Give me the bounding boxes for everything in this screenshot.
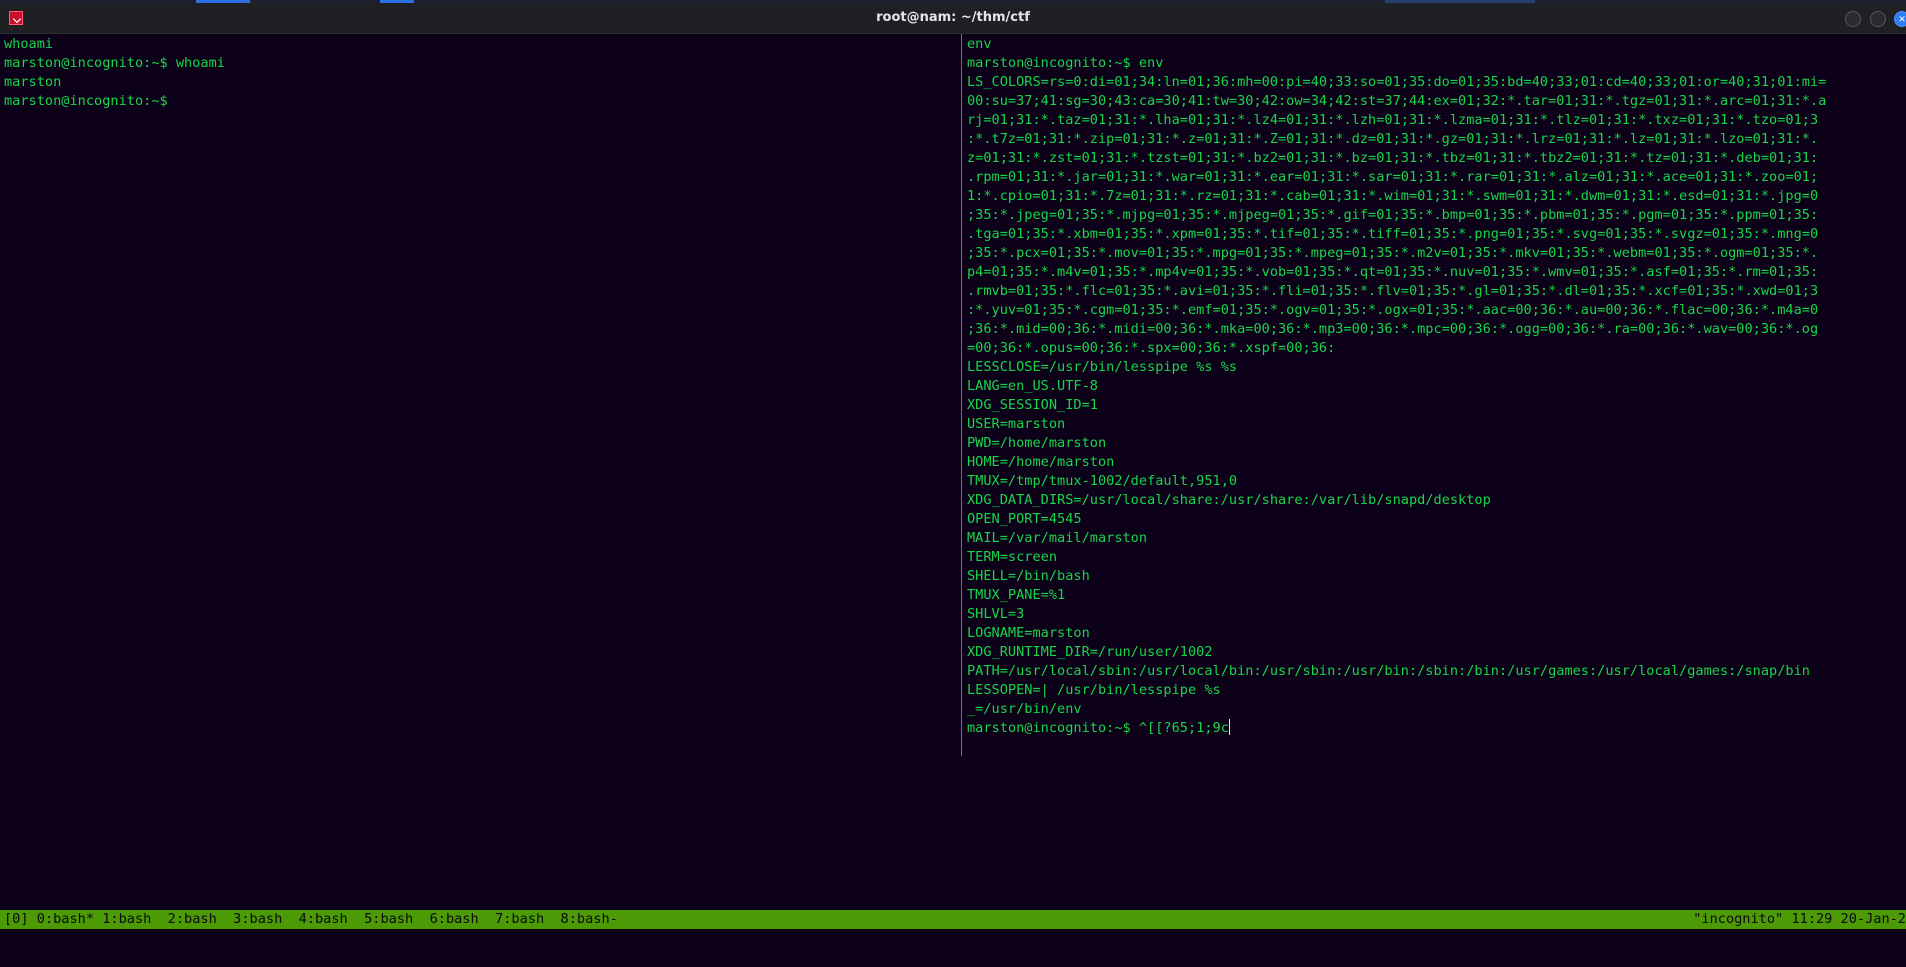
terminal-line: marston@incognito:~$ whoami [4, 55, 225, 71]
terminal-line: XDG_RUNTIME_DIR=/run/user/1002 [967, 644, 1213, 660]
terminal-line: whoami [4, 36, 54, 52]
close-button[interactable]: ✕ [1894, 11, 1906, 27]
terminal-line: LANG=en_US.UTF-8 [967, 378, 1098, 394]
terminal-line: marston@incognito:~$ env [967, 55, 1164, 71]
terminal-line: PWD=/home/marston [967, 435, 1107, 451]
terminal-line: LESSCLOSE=/usr/bin/lesspipe %s %s [967, 359, 1238, 375]
terminal-pane-left[interactable]: whoami marston@incognito:~$ whoami marston… [4, 35, 959, 755]
terminal-line: marston [4, 74, 62, 90]
window-titlebar[interactable]: root@nam: ~/thm/ctf ✕ [0, 3, 1906, 34]
terminal-line: TMUX_PANE=%1 [967, 587, 1066, 603]
terminal-line: :*.yuv=01;35:*.cgm=01;35:*.emf=01;35:*.o… [967, 302, 1819, 318]
terminal-line: 1:*.cpio=01;31:*.7z=01;31:*.rz=01;31:*.c… [967, 188, 1819, 204]
terminal-line: TMUX=/tmp/tmux-1002/default,951,0 [967, 473, 1238, 489]
terminal-line: 00:su=37;41:sg=30;43:ca=30;41:tw=30;42:o… [967, 93, 1827, 109]
tmux-status-bar: [0] 0:bash* 1:bash 2:bash 3:bash 4:bash … [0, 910, 1906, 929]
terminal-line: ;35:*.jpeg=01;35:*.mjpg=01;35:*.mjpeg=01… [967, 207, 1819, 223]
terminal-line: LESSOPEN=| /usr/bin/lesspipe %s [967, 682, 1221, 698]
bottom-margin [0, 929, 1906, 946]
terminal-line: env [967, 36, 992, 52]
terminal-line: XDG_DATA_DIRS=/usr/local/share:/usr/shar… [967, 492, 1491, 508]
terminal-line: :*.t7z=01;31:*.zip=01;31:*.z=01;31:*.Z=0… [967, 131, 1819, 147]
terminal-line: OPEN_PORT=4545 [967, 511, 1082, 527]
terminal-line: TERM=screen [967, 549, 1058, 565]
text-cursor [1228, 719, 1230, 735]
prompt-text: marston@incognito:~$ ^[[?65;1;9c [967, 720, 1229, 736]
terminal-pane-right[interactable]: env marston@incognito:~$ env LS_COLORS=rs=… [967, 35, 1906, 755]
terminal-line: rj=01;31:*.taz=01;31:*.lha=01;31:*.lz4=0… [967, 112, 1819, 128]
terminal-line: .rmvb=01;35:*.flc=01;35:*.avi=01;35:*.fl… [967, 283, 1819, 299]
terminal-line: ;36:*.mid=00;36:*.midi=00;36:*.mka=00;36… [967, 321, 1819, 337]
terminal-line: _=/usr/bin/env [967, 701, 1082, 717]
terminal-line: LS_COLORS=rs=0:di=01;34:ln=01;36:mh=00:p… [967, 74, 1827, 90]
terminal-line: p4=01;35:*.m4v=01;35:*.mp4v=01;35:*.vob=… [967, 264, 1819, 280]
pane-divider[interactable] [961, 34, 962, 756]
tmux-window-list[interactable]: [0] 0:bash* 1:bash 2:bash 3:bash 4:bash … [4, 910, 618, 929]
tmux-status-right: "incognito" 11:29 20-Jan-2 [1693, 911, 1906, 927]
window-title: root@nam: ~/thm/ctf [876, 10, 1030, 25]
maximize-button[interactable] [1870, 11, 1886, 27]
terminal-line: z=01;31:*.zst=01;31:*.tzst=01;31:*.bz2=0… [967, 150, 1819, 166]
terminal-line: .tga=01;35:*.xbm=01;35:*.xpm=01;35:*.tif… [967, 226, 1819, 242]
terminal-line: XDG_SESSION_ID=1 [967, 397, 1098, 413]
terminal-line: PATH=/usr/local/sbin:/usr/local/bin:/usr… [967, 663, 1810, 679]
terminal-line: SHLVL=3 [967, 606, 1025, 622]
terminal-line: USER=marston [967, 416, 1066, 432]
terminal-line: marston@incognito:~$ [4, 93, 168, 109]
terminal-line: HOME=/home/marston [967, 454, 1115, 470]
terminal-line: ;35:*.pcx=01;35:*.mov=01;35:*.mpg=01;35:… [967, 245, 1819, 261]
terminal-prompt-line[interactable]: marston@incognito:~$ ^[[?65;1;9c [967, 719, 1906, 738]
terminal-line: SHELL=/bin/bash [967, 568, 1090, 584]
terminal-line: LOGNAME=marston [967, 625, 1090, 641]
terminal-line: .rpm=01;31:*.jar=01;31:*.war=01;31:*.ear… [967, 169, 1819, 185]
terminal-line: MAIL=/var/mail/marston [967, 530, 1148, 546]
close-icon: ✕ [1898, 12, 1906, 25]
terminal-line: =00;36:*.opus=00;36:*.spx=00;36:*.xspf=0… [967, 340, 1336, 356]
minimize-button[interactable] [1845, 11, 1861, 27]
